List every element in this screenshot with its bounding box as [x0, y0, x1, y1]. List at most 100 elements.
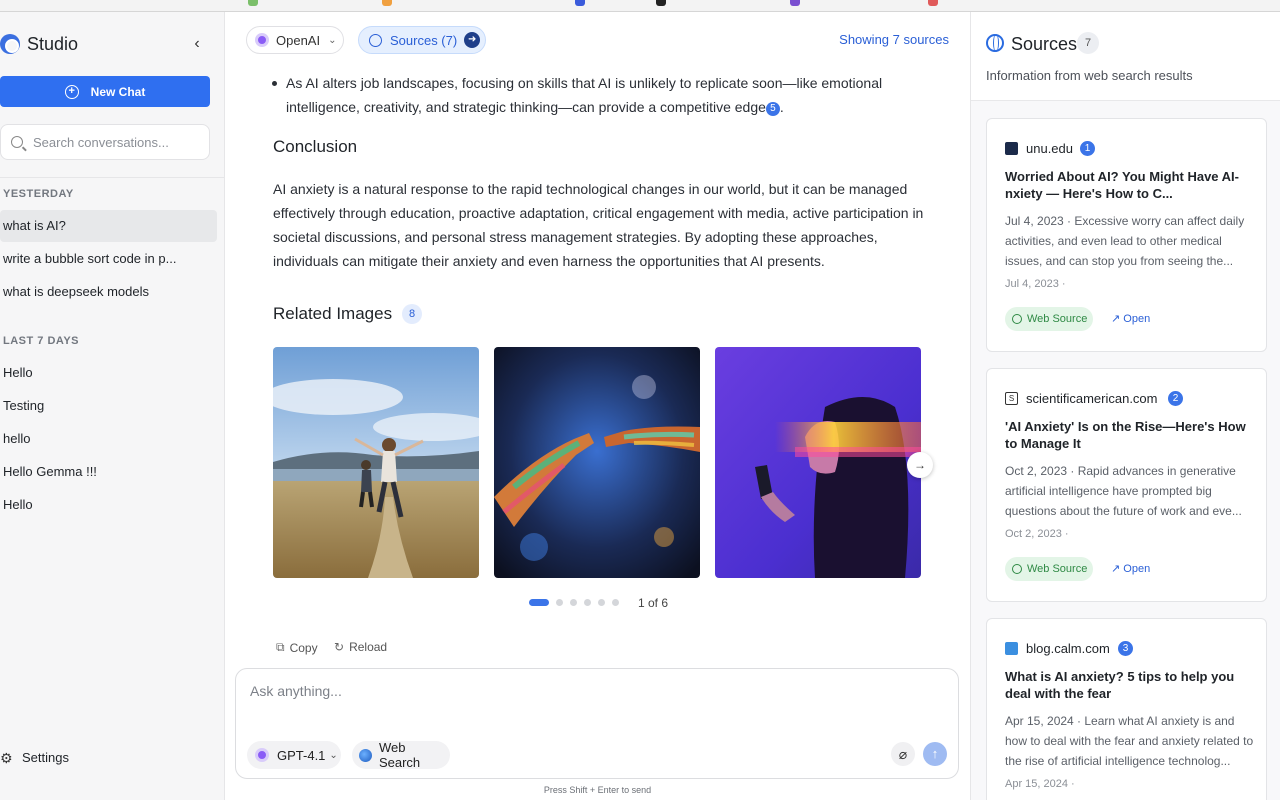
conversation-item[interactable]: Hello [0, 357, 217, 389]
showing-sources-link[interactable]: Showing 7 sources [839, 32, 949, 47]
sources-label: Sources (7) [390, 32, 458, 48]
open-label: Open [1123, 313, 1151, 325]
source-description: Apr 15, 2024 · Learn what AI anxiety is … [1005, 714, 1254, 768]
external-link-icon: ↗ [1111, 563, 1124, 575]
model-label: GPT-4.1 [277, 747, 326, 763]
chip-label: Web Source [1027, 563, 1088, 575]
web-source-chip: Web Source [1005, 557, 1093, 581]
carousel-dot[interactable] [584, 599, 591, 606]
globe-icon [986, 34, 1004, 52]
globe-icon [1012, 314, 1022, 324]
earth-icon [359, 748, 372, 762]
provider-select[interactable]: OpenAI ⌄ [246, 26, 344, 54]
web-search-toggle[interactable]: Web Search [352, 740, 450, 770]
sources-toggle[interactable]: Sources (7) ➜ [358, 26, 486, 54]
related-image[interactable] [273, 347, 479, 578]
image-hands-reaching [494, 347, 700, 578]
carousel-dots [529, 599, 626, 606]
unu-favicon-icon [1005, 142, 1018, 155]
source-domain: blog.calm.com [1026, 641, 1110, 656]
composer-hint: Press Shift + Enter to send [543, 785, 652, 795]
new-chat-label: New Chat [90, 84, 146, 99]
calm-favicon-icon [1005, 642, 1018, 655]
answer-bullet: As AI alters job landscapes, focusing on… [272, 71, 906, 119]
conversation-item[interactable]: what is deepseek models [0, 276, 217, 308]
source-card[interactable]: S scientificamerican.com 2 'AI Anxiety' … [986, 368, 1267, 602]
conversation-item[interactable]: what is AI? [0, 210, 217, 242]
source-title[interactable]: What is AI anxiety? 5 tips to help you d… [1005, 668, 1255, 702]
web-search-label: Web Search [378, 740, 421, 770]
browser-tab-strip [0, 0, 1280, 12]
provider-label: OpenAI [276, 32, 321, 48]
gear-icon: ⚙ [0, 749, 13, 766]
sources-panel: Sources 7 Information from web search re… [970, 12, 1280, 800]
copy-icon: ⧉ [276, 640, 285, 654]
chat-main: OpenAI ⌄ Sources (7) ➜ Showing 7 sources… [225, 12, 970, 800]
group-label-last-7-days: LAST 7 DAYS [3, 335, 80, 347]
carousel-dot[interactable] [529, 599, 549, 606]
image-woman-light [715, 347, 921, 578]
source-title[interactable]: 'AI Anxiety' Is on the Rise—Here's How t… [1005, 418, 1255, 452]
copy-button[interactable]: ⧉ Copy [276, 640, 318, 655]
source-date: Jul 4, 2023 · [1005, 278, 1066, 290]
conversation-item[interactable]: Testing [0, 390, 217, 422]
sources-count-badge: 7 [1077, 32, 1099, 54]
citation-badge[interactable]: 5 [765, 102, 780, 116]
source-number-badge: 3 [1118, 641, 1133, 656]
bullet-text: As AI alters job landscapes, focusing on… [286, 75, 883, 115]
conversation-item[interactable]: Hello [0, 489, 217, 521]
conclusion-paragraph: AI anxiety is a natural response to the … [273, 181, 924, 269]
carousel-dot[interactable] [598, 599, 605, 606]
new-chat-button[interactable]: + New Chat [0, 76, 210, 107]
collapse-sidebar-icon[interactable]: ‹ [188, 34, 206, 54]
model-select[interactable]: GPT-4.1 ⌄ [247, 741, 341, 769]
search-icon [11, 136, 23, 148]
conversation-item[interactable]: write a bubble sort code in p... [0, 243, 217, 275]
web-source-chip: Web Source [1005, 307, 1093, 331]
carousel-next-button[interactable]: → [907, 452, 933, 478]
settings-label: Settings [22, 750, 69, 765]
group-label-yesterday: YESTERDAY [3, 188, 74, 200]
conversation-item[interactable]: Hello Gemma !!! [0, 456, 217, 488]
studio-logo-icon [0, 34, 20, 54]
image-person-field [273, 347, 479, 578]
conversation-item[interactable]: hello [0, 423, 217, 455]
related-image[interactable] [715, 347, 921, 578]
sources-subtitle: Information from web search results [986, 68, 1193, 83]
source-card[interactable]: blog.calm.com 3 What is AI anxiety? 5 ti… [986, 618, 1267, 800]
reload-button[interactable]: ↻ Reload [334, 640, 387, 654]
brand[interactable]: Studio [0, 32, 78, 56]
external-link-icon: ↗ [1111, 313, 1124, 325]
settings-button[interactable]: ⚙ Settings [0, 750, 69, 765]
openai-icon [255, 33, 269, 47]
conversation-search[interactable] [0, 124, 210, 160]
message-input[interactable] [250, 683, 940, 723]
arrow-right-icon: ➜ [464, 32, 481, 48]
source-domain: scientificamerican.com [1026, 391, 1158, 406]
search-input[interactable] [33, 134, 193, 150]
source-card[interactable]: unu.edu 1 Worried About AI? You Might Ha… [986, 118, 1267, 352]
related-image[interactable] [494, 347, 700, 578]
bullet-end: . [779, 99, 784, 115]
source-date: Apr 15, 2024 · [1005, 778, 1075, 790]
open-label: Open [1123, 563, 1151, 575]
chip-label: Web Source [1027, 313, 1088, 325]
reload-label: Reload [349, 640, 388, 654]
send-button[interactable]: ↑ [923, 742, 947, 766]
reload-icon: ↻ [334, 640, 345, 654]
source-domain: unu.edu [1026, 141, 1073, 156]
open-link[interactable]: ↗ Open [1111, 562, 1150, 575]
composer: GPT-4.1 ⌄ Web Search ⌀ ↑ [235, 668, 959, 779]
paperclip-icon[interactable]: ⌀ [891, 742, 915, 766]
carousel-dot[interactable] [612, 599, 619, 606]
carousel-dot[interactable] [556, 599, 563, 606]
source-description: Jul 4, 2023 · Excessive worry can affect… [1005, 214, 1245, 268]
carousel-dot[interactable] [570, 599, 577, 606]
source-title[interactable]: Worried About AI? You Might Have AI-nxie… [1005, 168, 1255, 202]
chevron-down-icon: ⌄ [328, 34, 337, 46]
chevron-down-icon: ⌄ [329, 749, 338, 761]
sidebar: Studio ‹ + New Chat YESTERDAY what is AI… [0, 12, 225, 800]
plus-chat-icon: + [64, 84, 79, 99]
open-link[interactable]: ↗ Open [1111, 312, 1150, 325]
related-images-count: 8 [402, 304, 423, 324]
